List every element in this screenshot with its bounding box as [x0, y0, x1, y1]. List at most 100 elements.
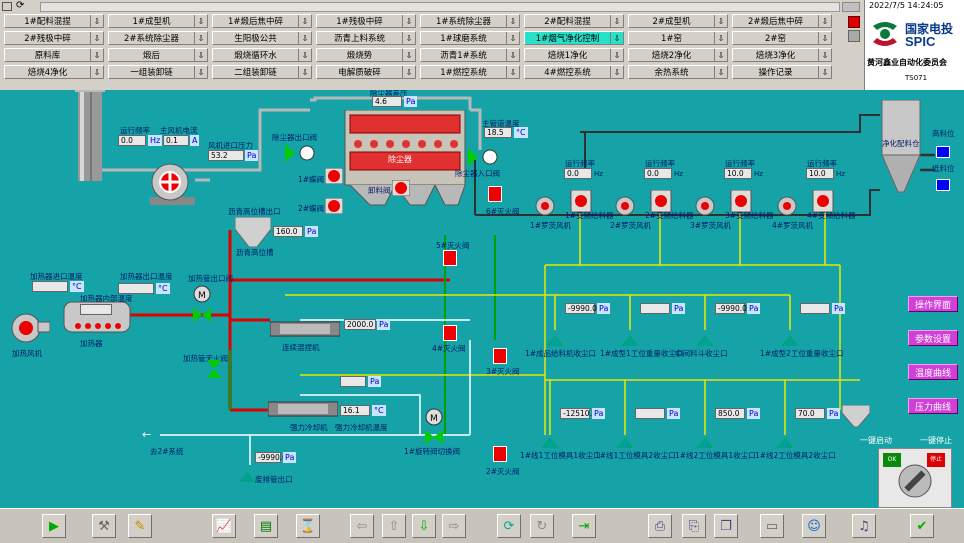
nav-button[interactable]: 4#燃控系统 — [524, 65, 624, 79]
butterfly-valve-1-icon[interactable] — [325, 168, 343, 184]
heater-bypass-valve-icon[interactable] — [207, 360, 221, 378]
heating-fan-icon[interactable] — [10, 312, 50, 346]
tools-icon[interactable]: ⚒ — [92, 514, 116, 538]
dust-hood-icon — [622, 336, 638, 346]
discharge-valve-icon[interactable] — [392, 180, 410, 196]
nav-button[interactable]: 2#系统除尘器 — [108, 31, 208, 45]
dust-point-unit: Pa — [747, 408, 761, 419]
nav-button[interactable]: 2#残极中碎 — [4, 31, 104, 45]
refresh-icon[interactable]: ⟳ — [16, 0, 24, 11]
exit-icon[interactable]: ✔ — [910, 514, 934, 538]
dust-point-value: -12510.0 — [560, 408, 597, 419]
dropdown-arrow-icon — [90, 15, 103, 27]
user-icon[interactable]: ☺ — [802, 514, 826, 538]
dust-point-value: -9990.0 — [715, 303, 747, 314]
asphalt-tank-unit: Pa — [305, 226, 319, 237]
operation-screen-button[interactable]: 操作界面 — [908, 296, 958, 312]
nav-button[interactable]: 煅烧势 — [316, 48, 416, 62]
copy-icon[interactable]: ❐ — [714, 514, 738, 538]
cooler-icon[interactable] — [268, 398, 338, 420]
fire-valve-3-icon[interactable] — [493, 348, 507, 364]
export-icon[interactable]: ⇥ — [572, 514, 596, 538]
restore-icon[interactable] — [2, 2, 12, 11]
dust-point-unit: Pa — [667, 408, 681, 419]
heater-valve-icon[interactable] — [193, 308, 211, 322]
play-icon[interactable]: ▶ — [42, 514, 66, 538]
history-icon[interactable]: ⌛ — [296, 514, 320, 538]
pressure-curve-button[interactable]: 压力曲线 — [908, 398, 958, 414]
refresh-icon[interactable]: ⟳ — [497, 514, 521, 538]
one-key-stop-label[interactable]: 一键停止 — [920, 435, 952, 446]
heater-valve-label: 加热管出口阀 — [188, 274, 233, 283]
nav-button[interactable]: 生阳极公共 — [212, 31, 312, 45]
parameter-settings-button[interactable]: 参数设置 — [908, 330, 958, 346]
scroll-area[interactable] — [842, 2, 860, 12]
nav-button-label: 2#配料混捏 — [544, 17, 591, 27]
inlet-valve-icon[interactable] — [468, 148, 498, 166]
up-icon[interactable]: ⇧ — [382, 514, 406, 538]
dust-collector-label: 除尘器 — [388, 155, 412, 164]
motor-icon[interactable]: M — [193, 285, 211, 303]
temperature-curve-button[interactable]: 温度曲线 — [908, 364, 958, 380]
nav-button[interactable]: 二组装卸链 — [212, 65, 312, 79]
print-preview-icon[interactable]: ⎘ — [682, 514, 706, 538]
nav-button[interactable]: 电解质破碎 — [316, 65, 416, 79]
speaker-icon[interactable]: ♫ — [852, 514, 876, 538]
feeder-label: 3#变频给料器 — [725, 211, 774, 220]
dust-point-value: 70.0 — [795, 408, 825, 419]
fire-valve-2-label: 2#灭火阀 — [486, 467, 520, 476]
print-icon[interactable]: ⎙ — [648, 514, 672, 538]
outlet-valve-icon[interactable] — [285, 144, 315, 162]
nav-button[interactable]: 煅烧循环水 — [212, 48, 312, 62]
nav-button[interactable]: 沥青1#系统 — [420, 48, 520, 62]
nav-button-label: 煅烧循环水 — [234, 51, 277, 61]
nav-button[interactable]: 1#烟气净化控制 — [524, 31, 624, 45]
fire-valve-6-icon[interactable] — [488, 186, 502, 202]
fire-valve-4-icon[interactable] — [443, 325, 457, 341]
nav-button[interactable]: 焙烧4净化 — [4, 65, 104, 79]
chart-icon[interactable]: 📈 — [212, 514, 236, 538]
down-icon[interactable]: ⇩ — [412, 514, 436, 538]
nav-button[interactable]: 1#窑 — [628, 31, 728, 45]
report-icon[interactable]: ▤ — [254, 514, 278, 538]
rotary-switch-icon[interactable] — [897, 463, 933, 499]
nav-button[interactable]: 1#残极中碎 — [316, 14, 416, 28]
nav-button[interactable]: 焙烧3净化 — [732, 48, 832, 62]
nav-button[interactable]: 沥青上料系统 — [316, 31, 416, 45]
nav-button[interactable]: 1#成型机 — [108, 14, 208, 28]
nav-button[interactable]: 2#配料混捏 — [524, 14, 624, 28]
edit-icon[interactable]: ✎ — [128, 514, 152, 538]
nav-button[interactable]: 2#成型机 — [628, 14, 728, 28]
nav-button[interactable]: 一组装卸链 — [108, 65, 208, 79]
nav-button[interactable]: 1#配料混捏 — [4, 14, 104, 28]
nav-button[interactable]: 1#燃控系统 — [420, 65, 520, 79]
nav-button[interactable]: 1#煅后焦中碎 — [212, 14, 312, 28]
fire-valve-2-icon[interactable] — [493, 446, 507, 462]
continuous-mixer-icon[interactable] — [270, 318, 340, 340]
dropdown-arrow-icon — [298, 66, 311, 78]
alarm-indicator[interactable] — [848, 16, 860, 28]
nav-button[interactable]: 1#球磨系统 — [420, 31, 520, 45]
one-key-start-label[interactable]: 一键启动 — [860, 435, 892, 446]
nav-button[interactable]: 余热系统 — [628, 65, 728, 79]
nav-button[interactable]: 1#系统除尘器 — [420, 14, 520, 28]
nav-button[interactable]: 操作记录 — [732, 65, 832, 79]
monitor-icon[interactable]: ▭ — [760, 514, 784, 538]
status-indicator — [848, 30, 860, 42]
main-fan-icon[interactable] — [145, 162, 200, 207]
dust-point-value: -9990.0 — [565, 303, 597, 314]
butterfly-valve-2-icon[interactable] — [325, 198, 343, 214]
redo-icon[interactable]: ↻ — [530, 514, 554, 538]
nav-button[interactable]: 2#煅后焦中碎 — [732, 14, 832, 28]
fan-inlet-pressure-unit: Pa — [245, 150, 259, 161]
nav-button[interactable]: 焙烧2净化 — [628, 48, 728, 62]
nav-button[interactable]: 原料库 — [4, 48, 104, 62]
back-icon[interactable]: ⇦ — [350, 514, 374, 538]
nav-button[interactable]: 焙烧1净化 — [524, 48, 624, 62]
switch-motor-icon[interactable]: M — [425, 408, 443, 426]
switch-valve-icon[interactable] — [425, 430, 443, 444]
forward-icon[interactable]: ⇨ — [442, 514, 466, 538]
nav-button[interactable]: 2#窑 — [732, 31, 832, 45]
fire-valve-5-icon[interactable] — [443, 250, 457, 266]
nav-button[interactable]: 煅后 — [108, 48, 208, 62]
